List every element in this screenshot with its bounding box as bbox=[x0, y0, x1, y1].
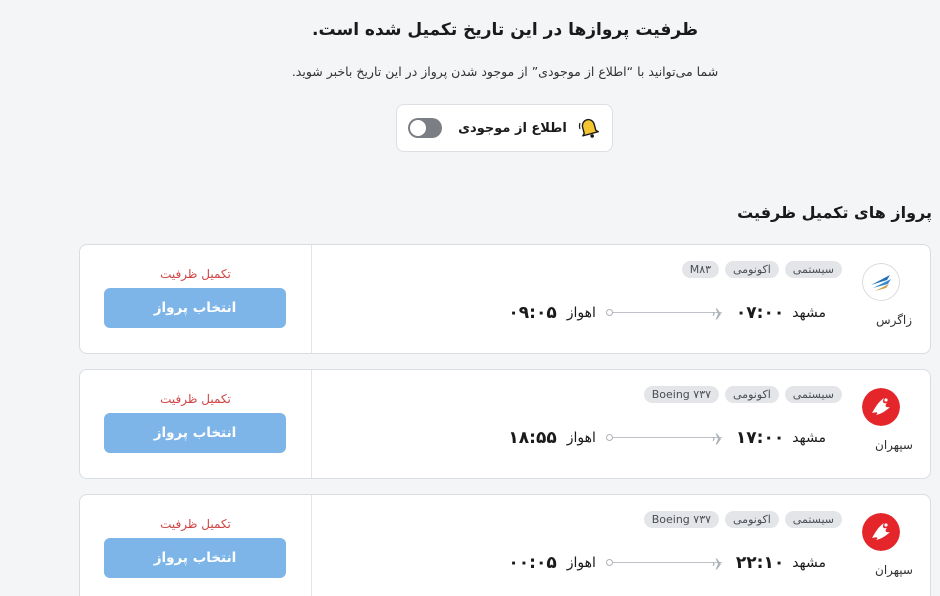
card-action: تکمیل ظرفیت انتخاب پرواز bbox=[80, 495, 311, 596]
airline-logo bbox=[862, 263, 900, 301]
capacity-full-status: تکمیل ظرفیت bbox=[160, 267, 231, 281]
airplane-icon bbox=[712, 556, 728, 570]
flight-tag: اکونومی bbox=[725, 511, 779, 528]
capacity-full-status: تکمیل ظرفیت bbox=[160, 517, 231, 531]
capacity-full-heading: ظرفیت پروازها در این تاریخ تکمیل شده است… bbox=[312, 20, 698, 40]
route-line bbox=[605, 306, 728, 320]
notify-label: اطلاع از موجودی bbox=[458, 120, 567, 136]
origin-city: مشهد bbox=[792, 430, 826, 446]
flight-tag: Boeing ۷۳۷ bbox=[643, 386, 720, 403]
airline-logo bbox=[862, 388, 900, 426]
flight-tag: اکونومی bbox=[725, 386, 779, 403]
card-divider bbox=[311, 245, 312, 353]
notify-hint-text: شما می‌توانید با “اطلاع از موجودی” از مو… bbox=[291, 64, 719, 79]
flight-card: سپهران سیستمی اکونومی Boeing ۷۳۷ مشهد ۲۲:۱… bbox=[79, 494, 931, 596]
destination-city: اهواز bbox=[566, 555, 596, 571]
origin-city: مشهد bbox=[792, 555, 826, 571]
airline-info: زاگرس bbox=[858, 245, 930, 353]
flight-tag: اکونومی bbox=[725, 261, 779, 278]
depart-time: ۱۷:۰۰ bbox=[735, 428, 785, 448]
section-title: پرواز های تکمیل ظرفیت bbox=[737, 203, 932, 222]
airline-logo bbox=[862, 513, 900, 551]
select-flight-button[interactable]: انتخاب پرواز bbox=[104, 538, 286, 578]
depart-time: ۲۲:۱۰ bbox=[735, 553, 785, 573]
flight-tag: Boeing ۷۳۷ bbox=[643, 511, 720, 528]
select-flight-button[interactable]: انتخاب پرواز bbox=[104, 288, 286, 328]
flight-tag: سیستمی bbox=[784, 261, 842, 278]
card-divider bbox=[311, 495, 312, 596]
toggle-knob bbox=[410, 120, 427, 136]
destination-dot-icon bbox=[605, 309, 613, 316]
flight-tag: سیستمی bbox=[784, 386, 842, 403]
airline-info: سپهران bbox=[858, 495, 930, 596]
card-divider bbox=[311, 370, 312, 478]
airplane-icon bbox=[712, 431, 728, 445]
arrive-time: ۰۰:۰۵ bbox=[508, 553, 557, 573]
destination-city: اهواز bbox=[566, 430, 596, 446]
arrive-time: ۰۹:۰۵ bbox=[508, 303, 557, 323]
origin-city: مشهد bbox=[792, 305, 826, 321]
flight-route: مشهد ۰۷:۰۰ اهواز ۰۹:۰۵ bbox=[508, 301, 826, 325]
airline-info: سپهران bbox=[858, 370, 930, 478]
destination-dot-icon bbox=[605, 434, 613, 441]
flight-card: سپهران سیستمی اکونومی Boeing ۷۳۷ مشهد ۱۷:۰… bbox=[79, 369, 931, 479]
flight-tag: سیستمی bbox=[784, 511, 842, 528]
flight-tags: سیستمی اکونومی Boeing ۷۳۷ bbox=[643, 511, 842, 528]
flight-card: زاگرس سیستمی اکونومی M۸۳ مشهد ۰۷:۰۰ اهواز … bbox=[79, 244, 931, 354]
depart-time: ۰۷:۰۰ bbox=[735, 303, 785, 323]
flight-tags: سیستمی اکونومی Boeing ۷۳۷ bbox=[643, 386, 842, 403]
airline-name: سپهران bbox=[875, 563, 913, 577]
notify-toggle[interactable] bbox=[408, 118, 443, 138]
route-line bbox=[605, 556, 728, 570]
airline-name: سپهران bbox=[875, 438, 913, 452]
flight-tag: M۸۳ bbox=[681, 261, 720, 278]
card-action: تکمیل ظرفیت انتخاب پرواز bbox=[80, 370, 311, 478]
flight-route: مشهد ۱۷:۰۰ اهواز ۱۸:۵۵ bbox=[508, 426, 826, 450]
flight-tags: سیستمی اکونومی M۸۳ bbox=[681, 261, 842, 278]
availability-notify-box[interactable]: اطلاع از موجودی bbox=[396, 104, 613, 152]
airline-name: زاگرس bbox=[875, 313, 913, 327]
card-action: تکمیل ظرفیت انتخاب پرواز bbox=[80, 245, 311, 353]
route-line bbox=[605, 431, 728, 445]
bell-icon bbox=[577, 116, 601, 140]
arrive-time: ۱۸:۵۵ bbox=[508, 428, 557, 448]
destination-dot-icon bbox=[605, 559, 613, 566]
select-flight-button[interactable]: انتخاب پرواز bbox=[104, 413, 286, 453]
destination-city: اهواز bbox=[566, 305, 596, 321]
flight-route: مشهد ۲۲:۱۰ اهواز ۰۰:۰۵ bbox=[508, 551, 826, 575]
airplane-icon bbox=[712, 306, 728, 320]
capacity-full-status: تکمیل ظرفیت bbox=[160, 392, 231, 406]
